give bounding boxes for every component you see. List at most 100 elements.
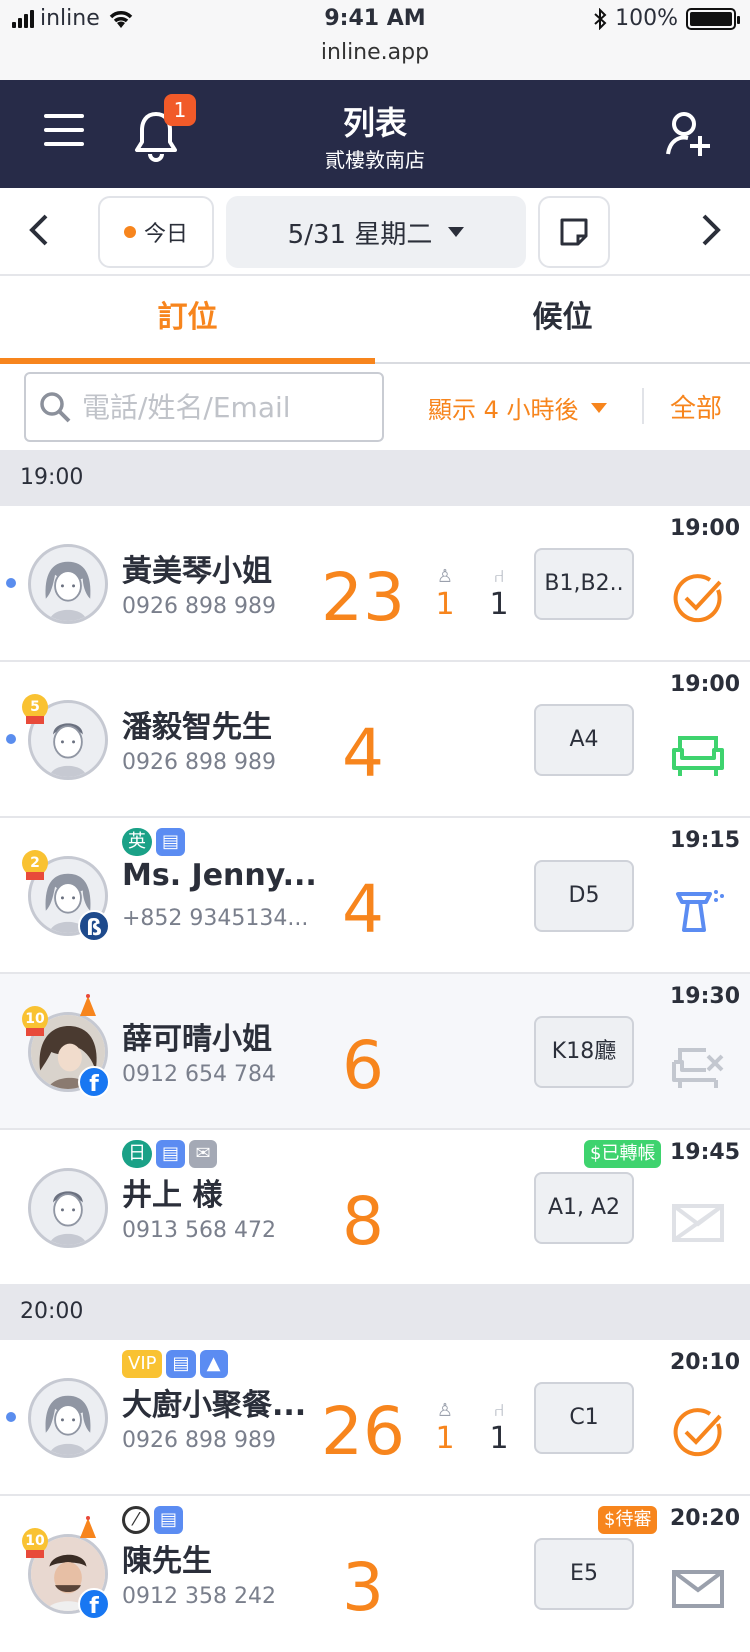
- tab-reservations[interactable]: 訂位: [0, 276, 375, 364]
- reservation-row[interactable]: 10 f 薛可晴小姐 0912 654 784 6 K18廳 19:30: [0, 974, 750, 1130]
- visit-rank-badge: 2: [22, 850, 48, 880]
- party-hat-icon: [80, 994, 96, 1016]
- memo-icon: ▤: [156, 828, 186, 856]
- date-select[interactable]: 5/31 星期二: [226, 196, 526, 268]
- guest-phone: 0926 898 989: [122, 594, 276, 619]
- table-assignment[interactable]: K18廳: [534, 1016, 634, 1088]
- kids-count: ♙ 1: [430, 1400, 460, 1456]
- partner-brand-icon: ß: [78, 910, 110, 942]
- note-button[interactable]: [538, 196, 610, 268]
- party-size: 3: [342, 1549, 384, 1626]
- image-icon: ▲: [199, 1350, 228, 1378]
- memo-icon: ▤: [166, 1350, 196, 1378]
- tab-waitlist[interactable]: 候位: [375, 276, 750, 364]
- table-assignment[interactable]: D5: [534, 860, 634, 932]
- unread-dot: [6, 734, 16, 744]
- time-group-header: 20:00: [0, 1284, 750, 1340]
- reservation-time: 19:00: [669, 672, 740, 697]
- table-assignment[interactable]: C1: [534, 1382, 634, 1454]
- checked-in-icon[interactable]: [670, 1404, 726, 1460]
- battery-info: 100%: [593, 6, 740, 31]
- reservation-row[interactable]: 黃美琴小姐 0926 898 989 23 ♙ 1 ⑁ 1 B1,B2.. 19:0…: [0, 506, 750, 662]
- time-range-label: 顯示 4 小時後: [428, 396, 579, 424]
- mail-icon[interactable]: [670, 1560, 726, 1616]
- table-assignment[interactable]: B1,B2..: [534, 548, 634, 620]
- top-nav: 1 列表 貳樓敦南店: [0, 80, 750, 188]
- chevron-right-icon[interactable]: [690, 210, 730, 250]
- add-user-icon[interactable]: [666, 110, 714, 158]
- reservation-time: 19:45: [669, 1140, 740, 1165]
- table-assignment[interactable]: E5: [534, 1538, 634, 1610]
- facebook-icon: f: [78, 1066, 110, 1098]
- highchair-count: ⑁ 1: [484, 1400, 514, 1456]
- memo-icon: ▤: [156, 1140, 186, 1168]
- reservation-row[interactable]: 5 潘毅智先生 0926 898 989 4 A4 19:00: [0, 662, 750, 818]
- checked-in-icon[interactable]: [670, 570, 726, 626]
- table-assignment[interactable]: A1, A2: [534, 1172, 634, 1244]
- reservation-time: 19:15: [669, 828, 740, 853]
- reservation-row[interactable]: 2 ß 英 ▤ Ms. Jenny... +852 9345134... 4 D…: [0, 818, 750, 974]
- visit-rank-badge: 10: [22, 1528, 48, 1558]
- party-size: 8: [342, 1183, 384, 1260]
- guest-tags: 英 ▤: [122, 828, 186, 856]
- battery-percent: 100%: [615, 6, 678, 31]
- store-name[interactable]: 貳樓敦南店: [0, 144, 750, 173]
- party-hat-icon: [80, 1516, 96, 1538]
- chevron-left-icon[interactable]: [20, 210, 60, 250]
- guest-tags: 日 ▤ ✉: [122, 1140, 218, 1168]
- search-box: [24, 372, 384, 442]
- search-icon: [40, 392, 71, 423]
- party-size: 4: [342, 871, 384, 948]
- cleaning-spray-icon[interactable]: [670, 882, 726, 938]
- page-title: 列表: [342, 104, 407, 142]
- bluetooth-icon: [594, 7, 607, 30]
- party-size: 6: [342, 1027, 384, 1104]
- reservation-row[interactable]: 日 ▤ ✉ 井上 様 0913 568 472 8 A1, A2 $已轉帳 19…: [0, 1130, 750, 1284]
- highchair-value: 1: [489, 587, 509, 622]
- guest-phone: 0912 358 242: [122, 1584, 276, 1609]
- today-label: 今日: [143, 222, 188, 247]
- time-range-filter[interactable]: 顯示 4 小時後: [428, 390, 607, 425]
- no-show-sofa-icon[interactable]: [670, 1038, 726, 1094]
- unread-dot: [6, 1412, 16, 1422]
- table-assignment[interactable]: A4: [534, 704, 634, 776]
- tab-bar: 訂位 候位: [0, 276, 750, 364]
- filter-bar: 顯示 4 小時後 全部: [0, 364, 750, 450]
- language-tag: 英: [122, 828, 152, 856]
- seated-sofa-icon[interactable]: [670, 726, 726, 782]
- avatar-male: [28, 1168, 108, 1248]
- search-input[interactable]: [82, 390, 372, 424]
- language-tag: 日: [122, 1140, 152, 1168]
- guest-phone: 0912 654 784: [122, 1062, 276, 1087]
- highchair-icon: ⑁: [493, 1400, 505, 1421]
- email-icon: ✉: [189, 1140, 218, 1168]
- date-bar: 今日 5/31 星期二: [0, 188, 750, 276]
- baby-icon: ♙: [436, 566, 454, 587]
- kids-value: 1: [435, 587, 455, 622]
- guest-name: 陳先生: [122, 1544, 212, 1579]
- reservation-time: 19:00: [669, 516, 740, 541]
- guest-phone: 0926 898 989: [122, 1428, 276, 1453]
- divider: [642, 388, 644, 424]
- mail-failed-icon[interactable]: [670, 1194, 726, 1250]
- today-button[interactable]: 今日: [98, 196, 214, 268]
- avatar-female: [28, 1378, 108, 1458]
- reservation-row[interactable]: VIP ▤ ▲ 大廚小聚餐... 0926 898 989 26 ♙ 1 ⑁ 1 C…: [0, 1340, 750, 1496]
- all-filter-link[interactable]: 全部: [670, 388, 722, 425]
- guest-name: 大廚小聚餐...: [122, 1388, 307, 1423]
- status-bar: inline 9:41 AM 100% inline.app: [0, 0, 750, 80]
- highchair-count: ⑁ 1: [484, 566, 514, 622]
- reservation-time: 19:30: [669, 984, 740, 1009]
- payment-status-badge: $待審: [598, 1506, 658, 1534]
- blocked-icon: ⁄: [122, 1506, 150, 1534]
- today-dot: [123, 226, 136, 238]
- reservation-row[interactable]: 10 f ⁄ ▤ 陳先生 0912 358 242 3 E5 $待審 20:20: [0, 1496, 750, 1652]
- vip-tag: VIP: [122, 1350, 163, 1378]
- party-size: 26: [321, 1393, 405, 1470]
- caret-down-icon: [448, 227, 465, 237]
- guest-tags: VIP ▤ ▲: [122, 1350, 228, 1378]
- guest-phone: 0913 568 472: [122, 1218, 276, 1243]
- url-bar[interactable]: inline.app: [0, 40, 750, 65]
- guest-name: Ms. Jenny...: [122, 858, 317, 893]
- highchair-value: 1: [489, 1421, 509, 1456]
